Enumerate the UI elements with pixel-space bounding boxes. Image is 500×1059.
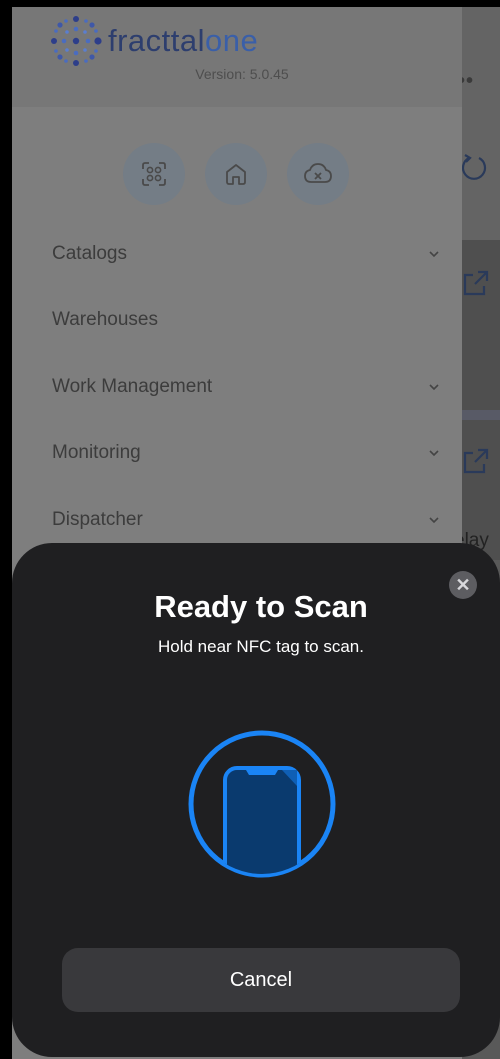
open-external-icon-2[interactable] [457,444,493,480]
logo-text-one: one [205,23,259,58]
scan-icon [142,162,166,186]
sheet-title: Ready to Scan [154,589,368,624]
menu-label: Monitoring [52,442,141,463]
chevron-down-icon [429,450,439,457]
open-external-icon[interactable] [457,266,493,302]
scan-button[interactable] [123,143,185,205]
status-area [450,0,500,7]
refresh-icon[interactable] [457,150,493,186]
app-logo: fracttalone [48,13,258,69]
chevron-down-icon [429,384,439,391]
menu-label: Dispatcher [52,509,143,530]
screen: •• elay fracttalone Version: 5.0.45 Cata… [0,0,500,1059]
sheet-subtitle: Hold near NFC tag to scan. [158,637,364,656]
cloud-sync-icon [304,163,332,183]
logo-text-fracttal: fracttal [108,23,206,58]
nfc-scan-sheet: ✕ Ready to Scan Hold near NFC tag to sca… [12,543,500,1057]
logo-mark-icon [51,16,102,66]
menu-label: Warehouses [52,309,158,330]
menu-label: Catalogs [52,243,127,264]
menu-label: Work Management [52,376,213,397]
chevron-down-icon [429,517,439,524]
menu-item-catalogs[interactable]: Catalogs [52,234,442,274]
menu-item-work-management[interactable]: Work Management [52,367,442,407]
menu-item-dispatcher[interactable]: Dispatcher [52,500,442,540]
logo-wordmark: fracttalone [108,23,258,59]
menu-item-monitoring[interactable]: Monitoring [52,433,442,473]
home-button[interactable] [205,143,267,205]
drawer-header: fracttalone Version: 5.0.45 [12,7,462,107]
menu-item-warehouses[interactable]: Warehouses [52,300,442,340]
home-icon [226,164,246,185]
nfc-phone-icon [188,730,336,878]
cancel-button[interactable]: Cancel [62,948,460,1012]
version-label: Version: 5.0.45 [195,66,289,82]
chevron-down-icon [429,251,439,258]
cloud-sync-button[interactable] [287,143,349,205]
